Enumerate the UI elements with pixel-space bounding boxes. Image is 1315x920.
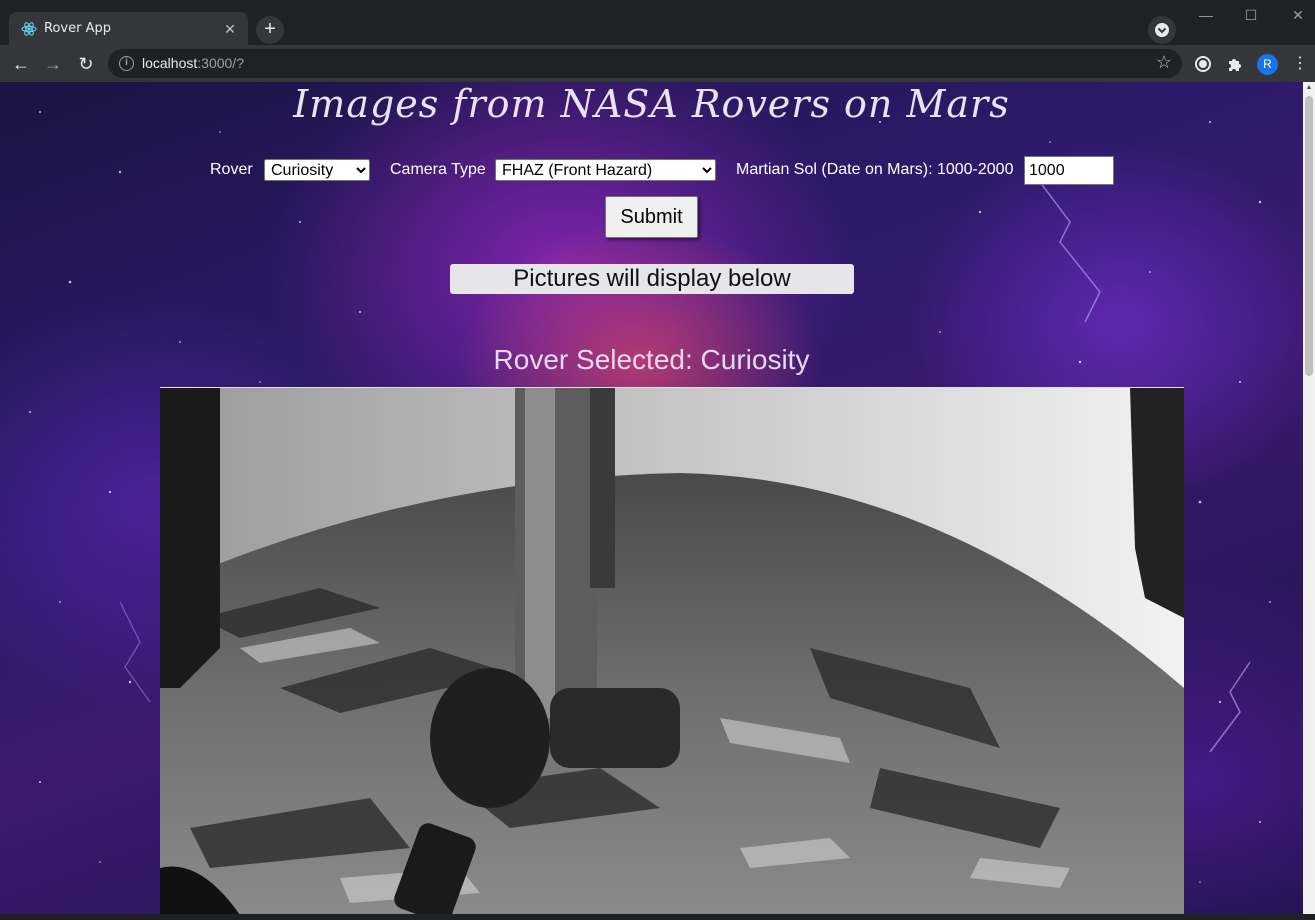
react-icon bbox=[21, 22, 37, 36]
back-arrow-icon[interactable]: ← bbox=[8, 51, 34, 77]
window-bottom-edge bbox=[0, 914, 1315, 920]
url-path: :3000/? bbox=[197, 55, 244, 71]
status-message: Pictures will display below bbox=[450, 264, 854, 294]
info-icon[interactable]: i bbox=[119, 56, 134, 71]
scroll-up-arrow-icon[interactable]: ▲ bbox=[1305, 84, 1313, 92]
new-tab-button[interactable]: + bbox=[256, 16, 284, 44]
tab-rover-app[interactable]: Rover App ✕ bbox=[9, 12, 248, 46]
browser-tabstrip: Rover App ✕ + — ☐ ✕ bbox=[0, 0, 1315, 46]
sol-label: Martian Sol (Date on Mars): 1000-2000 bbox=[736, 161, 1014, 178]
rover-select[interactable]: Curiosity bbox=[264, 159, 370, 181]
reload-icon[interactable]: ↻ bbox=[73, 51, 99, 77]
camera-type-label: Camera Type bbox=[390, 161, 486, 178]
url-host: localhost bbox=[142, 55, 198, 71]
camera-type-select[interactable]: FHAZ (Front Hazard) bbox=[495, 159, 716, 181]
scrollbar-thumb[interactable] bbox=[1305, 96, 1313, 376]
tab-search-button[interactable] bbox=[1148, 16, 1176, 44]
rover-label: Rover bbox=[210, 161, 253, 178]
rover-selected-heading: Rover Selected: Curiosity bbox=[493, 344, 810, 375]
page-title: Images from NASA Rovers on Mars bbox=[293, 82, 1010, 126]
profile-avatar[interactable]: R bbox=[1257, 54, 1278, 75]
bookmark-star-icon[interactable]: ☆ bbox=[1156, 52, 1172, 73]
close-tab-icon[interactable]: ✕ bbox=[221, 20, 239, 38]
extension-circle-icon[interactable] bbox=[1193, 54, 1213, 74]
submit-button[interactable]: Submit bbox=[605, 196, 698, 238]
url-text: localhost:3000/? bbox=[142, 55, 244, 71]
minimize-button[interactable]: — bbox=[1195, 6, 1217, 24]
puzzle-icon[interactable] bbox=[1225, 54, 1245, 74]
browser-toolbar: ← → ↻ i localhost:3000/? ☆ bbox=[0, 45, 1315, 82]
page-scrollbar[interactable]: ▲ bbox=[1303, 82, 1315, 914]
forward-arrow-icon[interactable]: → bbox=[40, 51, 66, 77]
more-menu-icon[interactable]: ⋮ bbox=[1292, 52, 1308, 76]
chevron-down-icon bbox=[1155, 23, 1169, 37]
rover-photo bbox=[160, 387, 1184, 914]
address-bar[interactable]: i localhost:3000/? ☆ bbox=[108, 49, 1182, 78]
tab-title: Rover App bbox=[44, 21, 111, 36]
maximize-button[interactable]: ☐ bbox=[1240, 6, 1262, 24]
mars-terrain-image bbox=[160, 388, 1184, 914]
sol-input[interactable] bbox=[1024, 156, 1114, 185]
page-viewport: Images from NASA Rovers on Mars Rover Cu… bbox=[0, 82, 1303, 914]
close-window-button[interactable]: ✕ bbox=[1287, 6, 1309, 24]
